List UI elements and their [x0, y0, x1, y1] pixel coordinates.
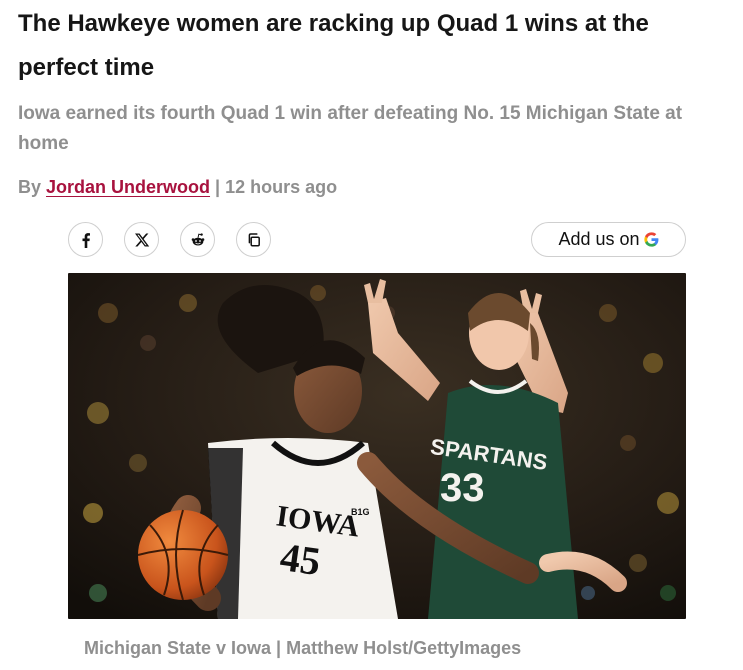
basketball	[137, 509, 229, 601]
copy-link-button[interactable]	[236, 222, 271, 257]
reddit-icon	[190, 232, 206, 248]
conference-patch: B1G	[351, 507, 370, 517]
spartans-jersey-number: 33	[440, 466, 485, 510]
copy-link-icon	[246, 232, 262, 248]
iowa-jersey-number: 45	[277, 534, 323, 584]
article-dek: Iowa earned its fourth Quad 1 win after …	[18, 103, 683, 154]
image-caption: Michigan State v Iowa | Matthew Holst/Ge…	[84, 638, 522, 658]
add-us-on-google-button[interactable]: Add us on	[531, 222, 686, 257]
byline-timestamp: 12 hours ago	[225, 177, 338, 197]
author-link[interactable]: Jordan Underwood	[46, 177, 210, 197]
google-icon	[643, 232, 659, 247]
x-icon	[134, 232, 150, 248]
article-headline: The Hawkeye women are racking up Quad 1 …	[18, 10, 649, 81]
reddit-share-button[interactable]	[180, 222, 215, 257]
byline: By Jordan Underwood | 12 hours ago	[18, 174, 337, 200]
facebook-icon	[78, 232, 94, 248]
byline-separator: |	[210, 177, 226, 197]
article-hero-image: SPARTANS 33 IOWA 45 B1G	[68, 273, 686, 619]
facebook-share-button[interactable]	[68, 222, 103, 257]
x-share-button[interactable]	[124, 222, 159, 257]
add-us-label: Add us on	[558, 229, 640, 249]
share-buttons	[68, 222, 271, 257]
byline-prefix: By	[18, 177, 47, 197]
